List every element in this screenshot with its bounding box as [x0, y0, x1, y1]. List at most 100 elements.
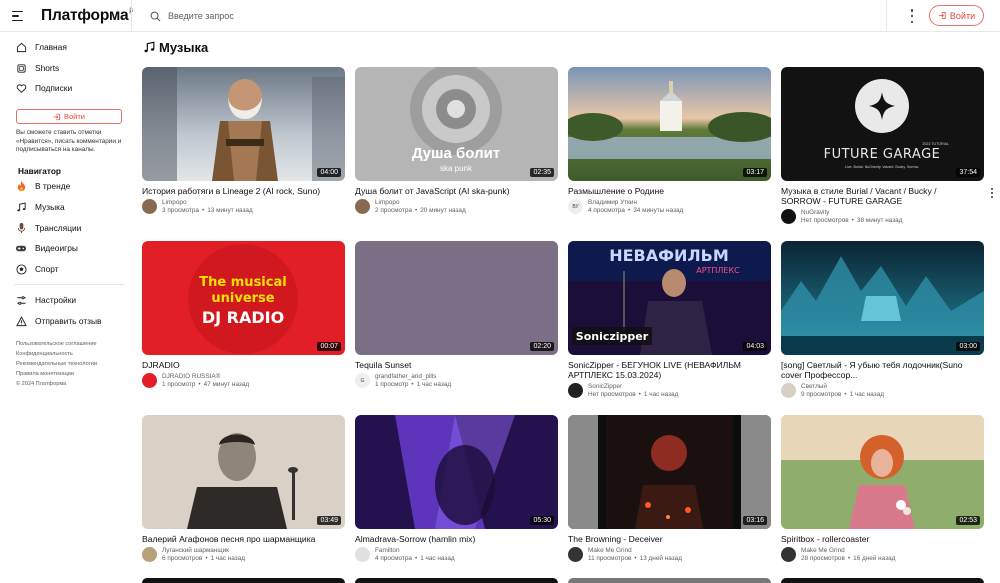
thumb-tag-text: Soniczipper: [576, 330, 649, 343]
video-card[interactable]: 03:17 Размышление о Родине ВУ Владимир У…: [568, 67, 771, 214]
video-thumbnail[interactable]: Душа болит ska punk 02:35: [355, 67, 558, 181]
channel-name[interactable]: Familton: [375, 547, 455, 555]
channel-avatar[interactable]: [781, 383, 796, 398]
sidebar-item-games[interactable]: Видеоигры: [14, 239, 78, 257]
footer-link-recommendations[interactable]: Рекомендательные технологии: [16, 361, 97, 367]
channel-avatar[interactable]: G: [355, 373, 370, 388]
channel-name[interactable]: NuGravity: [801, 209, 902, 217]
menu-icon[interactable]: [12, 8, 28, 24]
channel-avatar[interactable]: [355, 199, 370, 214]
video-title[interactable]: Душа болит от JavaScript (AI ska-punk): [355, 186, 550, 196]
video-title[interactable]: Tequila Sunset: [355, 360, 550, 370]
video-card[interactable]: FUTURE GARAGE Live. Burial. NuGravity. V…: [781, 67, 993, 224]
more-options-icon[interactable]: [908, 9, 916, 23]
video-card[interactable]: НЕВАФИЛЬМ АРТПЛЕКС Soniczipper 04:03 Son…: [568, 241, 771, 398]
search-bar[interactable]: [150, 6, 870, 26]
video-thumbnail-partial[interactable]: [781, 578, 984, 583]
channel-name[interactable]: Луганский шарманщик: [162, 547, 245, 555]
channel-avatar[interactable]: [142, 199, 157, 214]
video-title[interactable]: [song] Светлый - Я убыю тебя лодочник(Su…: [781, 360, 976, 380]
video-title[interactable]: The Browning - Deceiver: [568, 534, 763, 544]
video-options-icon[interactable]: [990, 188, 994, 198]
sidebar-item-feedback[interactable]: Отправить отзыв: [14, 312, 101, 330]
channel-name[interactable]: DJRADIO RUSSIA®: [162, 373, 249, 381]
logo[interactable]: Платформаβ: [41, 7, 133, 25]
channel-avatar[interactable]: [355, 547, 370, 562]
channel-avatar[interactable]: [568, 383, 583, 398]
video-thumbnail[interactable]: НЕВАФИЛЬМ АРТПЛЕКС Soniczipper 04:03: [568, 241, 771, 355]
sidebar-item-label: Главная: [35, 42, 67, 52]
video-thumbnail-partial[interactable]: [355, 578, 558, 583]
video-title[interactable]: Almadrava-Sorrow (hamlin mix): [355, 534, 550, 544]
video-thumbnail[interactable]: 05:30: [355, 415, 558, 529]
video-thumbnail[interactable]: 04:00: [142, 67, 345, 181]
channel-name[interactable]: Make Me Grind: [801, 547, 895, 555]
view-count: 11 просмотров: [588, 555, 632, 562]
channel-avatar[interactable]: [781, 547, 796, 562]
channel-avatar[interactable]: ВУ: [568, 199, 583, 214]
video-thumbnail[interactable]: 03:49: [142, 415, 345, 529]
video-thumbnail-partial[interactable]: [568, 578, 771, 583]
video-card[interactable]: 05:30 Almadrava-Sorrow (hamlin mix) Fami…: [355, 415, 558, 562]
video-title[interactable]: SonicZipper - БЕГУНОК LIVE (НЕВАФИЛЬМ АР…: [568, 360, 763, 380]
video-thumbnail[interactable]: The musical universe DJ RADIO 00:07: [142, 241, 345, 355]
video-thumbnail[interactable]: FUTURE GARAGE Live. Burial. NuGravity. V…: [781, 67, 984, 181]
video-thumbnail[interactable]: 03:16: [568, 415, 771, 529]
video-thumbnail-partial[interactable]: [142, 578, 345, 583]
upload-time: 34 минуты назад: [633, 207, 684, 214]
sidebar-item-trending[interactable]: В тренде: [14, 177, 70, 195]
video-title[interactable]: DJRADIO: [142, 360, 337, 370]
video-title[interactable]: Музыка в стиле Burial / Vacant / Bucky /…: [781, 186, 976, 206]
channel-name[interactable]: Limpopo: [162, 199, 253, 207]
video-title[interactable]: Spiritbox - rollercoaster: [781, 534, 976, 544]
footer-link-terms[interactable]: Пользовательское соглашение: [16, 341, 97, 347]
sidebar-item-settings[interactable]: Настройки: [14, 291, 76, 309]
sidebar-item-music[interactable]: Музыка: [14, 198, 65, 216]
login-button[interactable]: Войти: [929, 5, 984, 26]
video-title[interactable]: Размышление о Родине: [568, 186, 763, 196]
video-card[interactable]: 04:00 История работяги в Lineage 2 (AI r…: [142, 67, 345, 214]
sidebar-login-button[interactable]: Войти: [16, 109, 122, 124]
video-card[interactable]: 03:16 The Browning - Deceiver Make Me Gr…: [568, 415, 771, 562]
video-thumbnail[interactable]: 03:17: [568, 67, 771, 181]
video-thumbnail[interactable]: 02:53: [781, 415, 984, 529]
footer-link-privacy[interactable]: Конфиденциальность: [16, 351, 73, 357]
channel-name[interactable]: SonicZipper: [588, 383, 678, 391]
video-card[interactable]: 02:20 Tequila Sunset G grandfather_and_p…: [355, 241, 558, 388]
video-thumbnail[interactable]: 02:20: [355, 241, 558, 355]
channel-name[interactable]: Владимир Уткин: [588, 199, 683, 207]
sidebar-item-broadcasts[interactable]: Трансляции: [14, 219, 81, 237]
thumb-title-text-line2: universe: [211, 291, 274, 306]
channel-avatar[interactable]: [781, 209, 796, 224]
view-count: 6 просмотров: [162, 555, 203, 562]
channel-avatar[interactable]: [568, 547, 583, 562]
video-title[interactable]: История работяги в Lineage 2 (AI rock, S…: [142, 186, 337, 196]
sidebar-item-shorts[interactable]: Shorts: [14, 59, 59, 77]
thumb-subtitle-text: Live. Burial. NuGravity. Vacant. Bucky. …: [845, 165, 919, 169]
ball-icon: [14, 262, 28, 276]
sidebar-item-subscriptions[interactable]: Подписки: [14, 79, 72, 97]
sidebar-item-label: В тренде: [35, 181, 71, 191]
channel-name[interactable]: grandfather_and_pills: [375, 373, 451, 381]
video-duration: 00:07: [317, 342, 341, 351]
sidebar-item-label: Shorts: [35, 63, 60, 73]
video-title[interactable]: Валерий Агафонов песня про шарманщика: [142, 534, 337, 544]
channel-name[interactable]: Make Me Grind: [588, 547, 682, 555]
channel-name[interactable]: Limpopo: [375, 199, 466, 207]
channel-avatar[interactable]: [142, 547, 157, 562]
channel-avatar[interactable]: [142, 373, 157, 388]
sidebar-item-home[interactable]: Главная: [14, 38, 67, 56]
view-count: 2 просмотра: [375, 207, 412, 214]
video-card[interactable]: The musical universe DJ RADIO 00:07 DJRA…: [142, 241, 345, 388]
video-card[interactable]: Душа болит ska punk 02:35 Душа болит от …: [355, 67, 558, 214]
video-meta: G grandfather_and_pills 1 просмотр • 1 час …: [355, 373, 451, 389]
sidebar-item-sport[interactable]: Спорт: [14, 260, 59, 278]
footer-link-monetization[interactable]: Правила монетизации: [16, 371, 74, 377]
search-icon: [150, 11, 161, 21]
video-card[interactable]: 03:00 [song] Светлый - Я убыю тебя лодоч…: [781, 241, 984, 398]
video-card[interactable]: 02:53 Spiritbox - rollercoaster Make Me …: [781, 415, 984, 562]
channel-name[interactable]: Светлый: [801, 383, 884, 391]
video-thumbnail[interactable]: 03:00: [781, 241, 984, 355]
search-input[interactable]: [168, 11, 768, 21]
video-card[interactable]: 03:49 Валерий Агафонов песня про шарманщ…: [142, 415, 345, 562]
